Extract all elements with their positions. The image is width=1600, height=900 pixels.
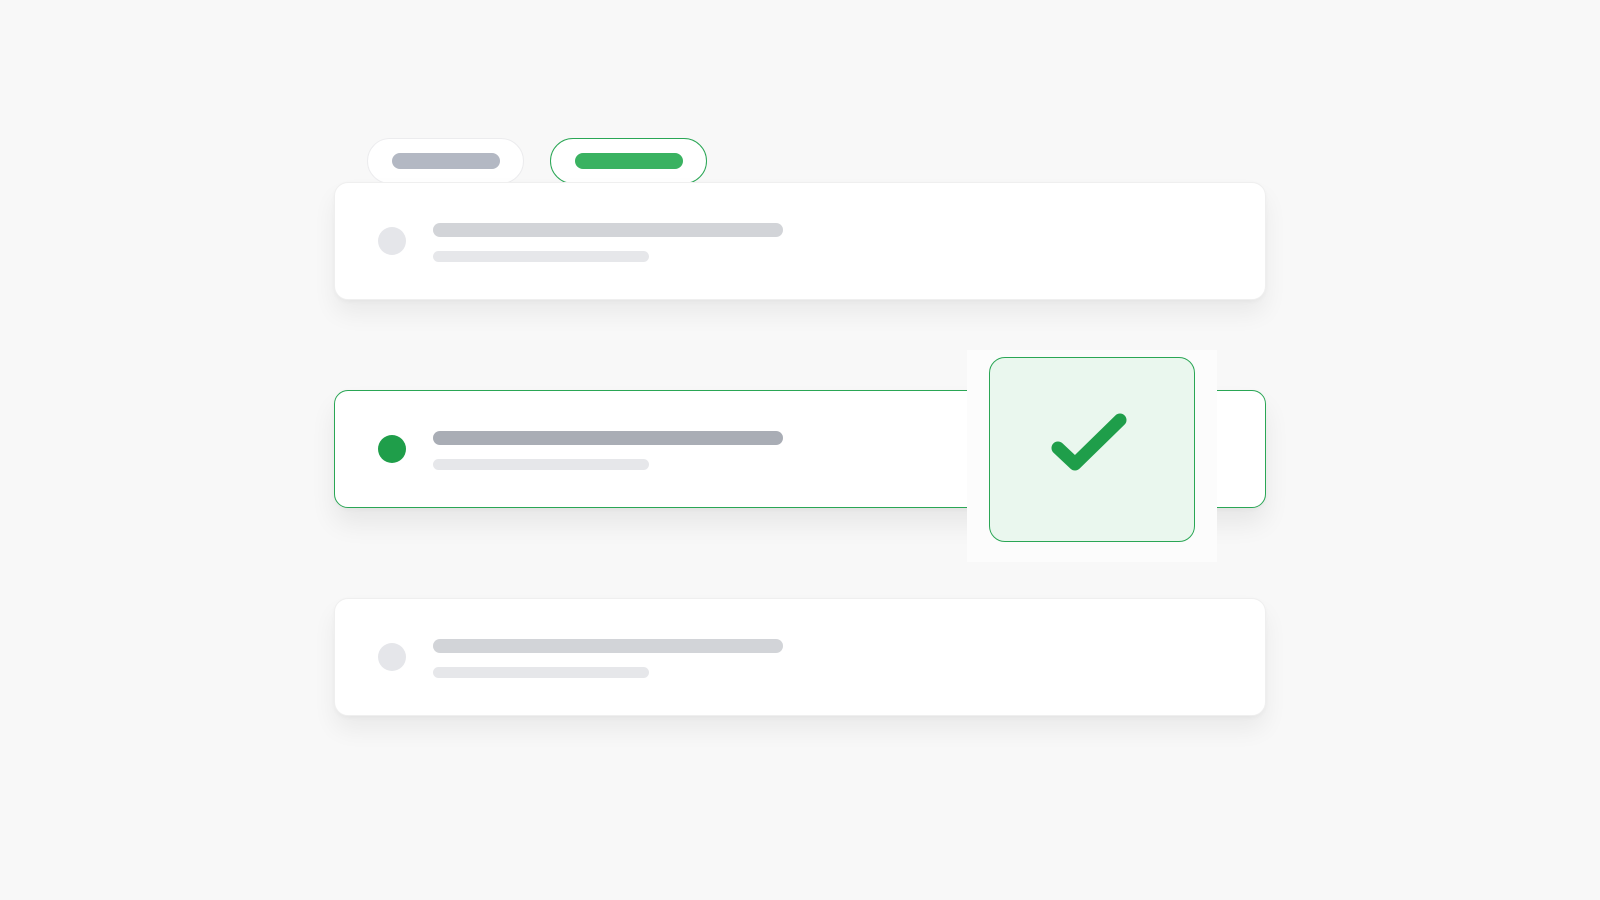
option-title-placeholder [433,223,783,237]
tab-label-placeholder [574,153,683,169]
tab-option-2[interactable] [550,138,707,184]
confirmation-badge [967,350,1217,562]
option-subtitle-placeholder [433,459,649,470]
option-title-placeholder [433,639,783,653]
confirmation-box [989,357,1195,542]
checkmark-icon [1051,413,1127,470]
radio-button[interactable] [378,227,406,255]
radio-button[interactable] [378,643,406,671]
option-title-placeholder [433,431,783,445]
option-subtitle-placeholder [433,251,649,262]
radio-button-selected[interactable] [378,435,406,463]
option-card-3[interactable] [334,598,1266,716]
option-subtitle-placeholder [433,667,649,678]
selection-screen [0,0,1600,900]
tab-label-placeholder [391,153,500,169]
option-card-1[interactable] [334,182,1266,300]
tab-option-1[interactable] [367,138,524,184]
